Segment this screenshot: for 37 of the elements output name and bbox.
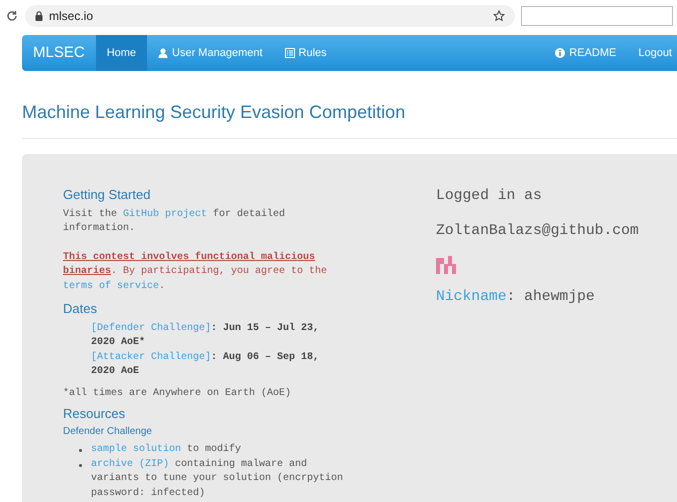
- section-heading: Dates: [63, 302, 98, 316]
- info-icon: [555, 48, 566, 58]
- list-item-text: archive (ZIP) containing malware and variants to tune your solution (encrpytion password: infected): [91, 458, 344, 500]
- lock-icon: [35, 11, 43, 21]
- nav-link[interactable]: README: [544, 35, 628, 71]
- logged-in-label: Logged in as: [436, 187, 543, 206]
- link[interactable]: terms of service: [63, 280, 160, 292]
- nav-link[interactable]: Home: [96, 35, 148, 71]
- link[interactable]: [Defender Challenge]: [91, 322, 212, 334]
- brand-link[interactable]: MLSEC: [22, 35, 96, 71]
- reload-icon[interactable]: [6, 10, 18, 22]
- nav-link[interactable]: Rules: [274, 35, 338, 71]
- page-title: Machine Learning Security Evasion Competition: [22, 101, 406, 124]
- search-field[interactable]: [521, 6, 673, 26]
- link[interactable]: archive (ZIP): [91, 458, 170, 470]
- footnote: *all times are Anywhere on Earth (AoE): [63, 386, 292, 400]
- list-item-text: sample solution to modify: [91, 443, 242, 457]
- bullet-icon: [79, 449, 82, 452]
- nickname: Nickname: ahewmjpe: [436, 288, 596, 308]
- identicon-icon: [436, 256, 456, 274]
- list-icon: [284, 48, 295, 58]
- nav-link[interactable]: Logout: [627, 35, 677, 71]
- paragraph: Visit the GitHub project for detailed information.: [63, 208, 286, 236]
- nav-link[interactable]: User Management: [147, 35, 274, 71]
- date-entry: [Defender Challenge]: Jun 15 – Jul 23, 2020 AoE*: [90, 322, 320, 350]
- user-icon: [158, 48, 168, 58]
- link[interactable]: sample solution: [91, 444, 182, 455]
- user-email: ZoltanBalazs@github.com: [436, 222, 639, 242]
- section-heading: Getting Started: [63, 188, 152, 202]
- section-heading: Resources: [63, 407, 126, 422]
- subheading: Defender Challenge: [63, 424, 153, 438]
- paragraph: This contest involves functional malicious binaries. By participating, you agree to the terms of service.: [63, 250, 328, 294]
- date-entry: [Attacker Challenge]: Aug 06 – Sep 18, 2020 AoE: [90, 350, 320, 379]
- bullet-icon: [79, 464, 82, 466]
- link[interactable]: [Attacker Challenge]: [91, 352, 212, 362]
- link[interactable]: GitHub project: [123, 208, 208, 220]
- star-icon[interactable]: [493, 10, 505, 22]
